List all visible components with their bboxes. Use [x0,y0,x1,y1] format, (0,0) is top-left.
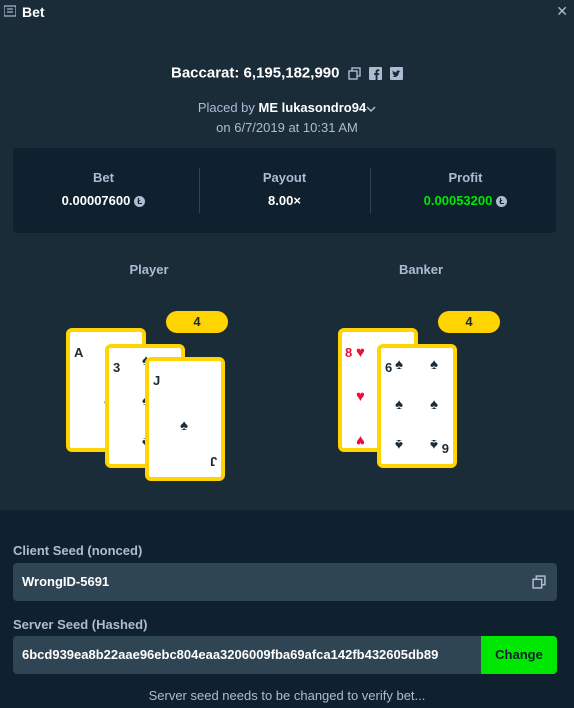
spade-icon: ♠ [395,436,403,453]
heart-icon: ♥ [356,432,365,449]
placed-date: on 6/7/2019 at 10:31 AM [216,120,358,135]
change-button[interactable]: Change [481,636,557,674]
heart-icon: ♥ [356,344,365,361]
copy-icon[interactable] [532,575,546,589]
game-title: Baccarat: 6,195,182,990 [171,64,340,82]
client-seed-value: WrongID-5691 [22,574,110,589]
client-seed-label: Client Seed (nonced) [13,543,143,558]
payout-value: 8.00× [268,193,301,208]
card-rank: 6 [385,360,393,375]
window-title: Bet [22,4,45,20]
server-seed-label: Server Seed (Hashed) [13,617,148,632]
stat-profit: Profit 0.00053200 Ł [375,148,556,233]
client-seed-field[interactable]: WrongID-5691 [13,563,557,601]
player-label: Player [129,262,169,277]
banker-total-badge: 4 [438,311,500,333]
spade-icon: ♠ [430,396,438,413]
game-title-row: Baccarat: 6,195,182,990 [0,64,574,82]
card-rank: J [209,454,217,469]
spade-icon: ♠ [395,356,403,373]
server-seed-field[interactable]: 6bcd939ea8b22aae96ebc804eaa3206009fba69a… [13,636,557,674]
bet-label: Bet [93,170,114,185]
player-card-3: J ♠ J [145,357,225,481]
heart-icon: ♥ [356,388,365,405]
payout-label: Payout [262,170,307,185]
stat-payout: Payout 8.00× [194,148,375,233]
card-rank: 8 [345,345,353,360]
banker-card-2: 6 ♠ ♠ ♠ ♠ ♠ ♠ 9 [377,344,457,468]
chevron-down-icon[interactable] [366,104,376,114]
list-icon [4,5,16,17]
profit-value: 0.00053200 [423,193,493,208]
bet-value: 0.00007600 [61,193,131,208]
player-total-badge: 4 [166,311,228,333]
litecoin-icon: Ł [134,196,146,208]
placed-prefix: Placed by [197,100,255,115]
bet-value-row: 0.00007600 Ł [13,193,194,208]
stat-bet: Bet 0.00007600 Ł [13,148,194,233]
card-rank: J [153,373,161,388]
spade-icon: ♠ [430,436,438,453]
spade-icon: ♠ [430,356,438,373]
server-seed-value: 6bcd939ea8b22aae96ebc804eaa3206009fba69a… [22,647,439,662]
close-icon[interactable]: ✕ [556,3,568,20]
spade-icon: ♠ [395,396,403,413]
facebook-icon[interactable] [368,66,382,80]
copy-icon[interactable] [347,66,361,80]
title-bar: Bet ✕ [0,0,574,26]
verify-note: Server seed needs to be changed to verif… [148,688,426,703]
stats-panel: Bet 0.00007600 Ł Payout 8.00× Profit 0.00… [13,148,556,233]
profit-value-row: 0.00053200 Ł [375,193,556,208]
twitter-icon[interactable] [389,66,403,80]
banker-label: Banker [398,262,444,277]
placed-user[interactable]: ME lukasondro94 [259,100,367,115]
litecoin-icon: Ł [496,196,508,208]
profit-label: Profit [448,170,483,185]
placed-info: Placed by ME lukasondro94 on 6/7/2019 at… [0,98,574,138]
card-rank: 3 [113,360,121,375]
seed-panel [0,510,574,708]
card-rank: A [74,345,84,360]
spade-icon: ♠ [180,417,188,434]
divider [370,168,371,213]
card-rank: 9 [441,441,449,456]
